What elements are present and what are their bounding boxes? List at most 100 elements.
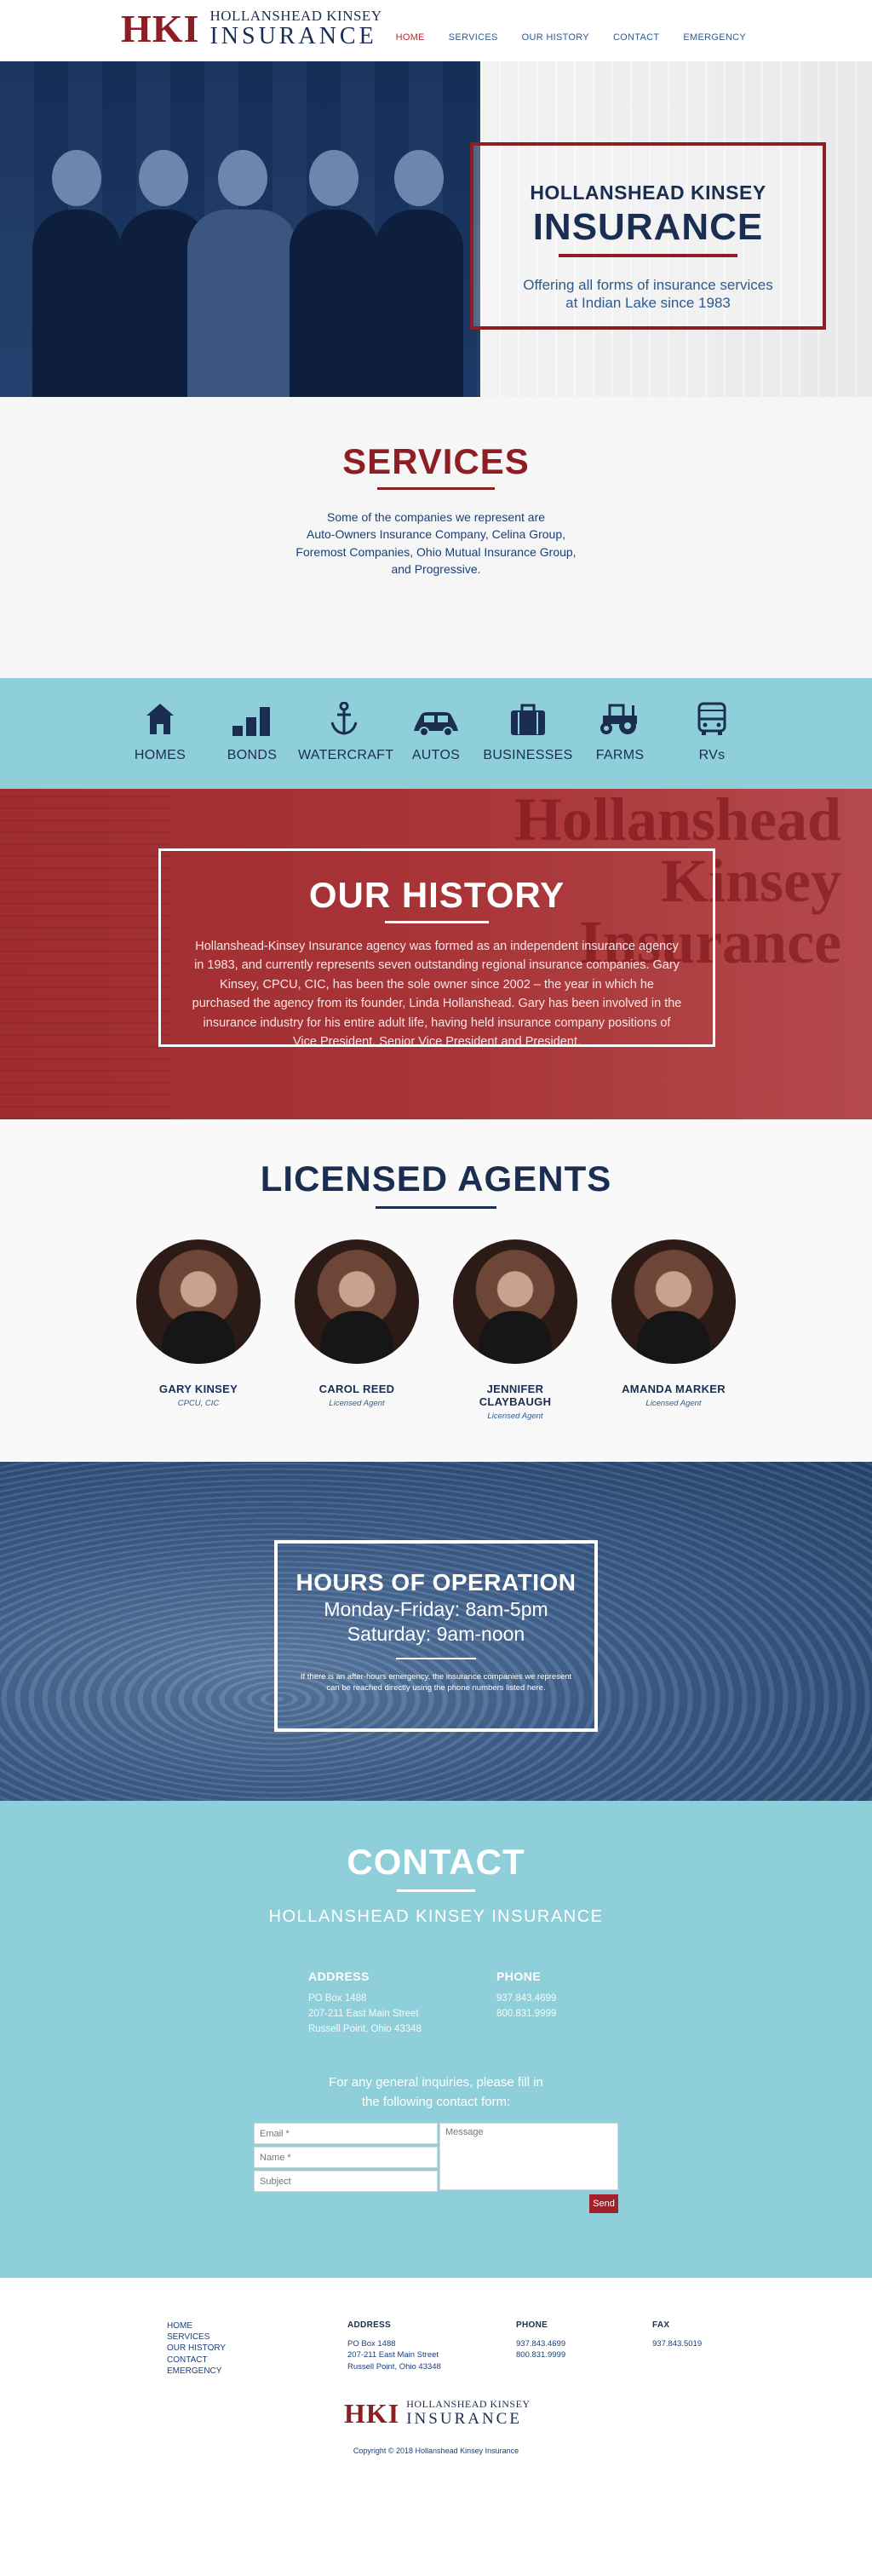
contact-subtitle: HOLLANSHEAD KINSEY INSURANCE — [268, 1907, 604, 1926]
agent-role: Licensed Agent — [645, 1399, 702, 1408]
agent-name: CAROL REED — [318, 1383, 395, 1395]
bus-icon — [666, 699, 758, 736]
footer-phone-number[interactable]: 937.843.4699 — [516, 2338, 565, 2349]
footer-link-services[interactable]: SERVICES — [167, 2332, 226, 2343]
hero-title-box: HOLLANSHEAD KINSEY INSURANCE Offering al… — [470, 142, 826, 330]
contact-divider — [397, 1889, 475, 1892]
name-field[interactable] — [254, 2147, 438, 2168]
history-section: Hollanshead Kinsey Insurance OUR HISTORY… — [0, 789, 872, 1119]
hours-title: HOURS OF OPERATION — [295, 1569, 577, 1596]
send-button[interactable]: Send — [589, 2194, 618, 2213]
main-nav: HOME SERVICES OUR HISTORY CONTACT EMERGE… — [396, 32, 746, 43]
home-icon — [114, 699, 206, 736]
site-logo[interactable]: HKI HOLLANSHEAD KINSEY INSURANCE — [121, 9, 382, 49]
agent-card: GARY KINSEY CPCU, CIC — [136, 1239, 261, 1421]
anchor-icon — [298, 699, 390, 736]
service-farms[interactable]: FARMS — [574, 699, 666, 789]
agent-role: Licensed Agent — [487, 1412, 543, 1421]
service-businesses[interactable]: BUSINESSES — [482, 699, 574, 789]
services-section: SERVICES Some of the companies we repres… — [0, 397, 872, 678]
service-homes[interactable]: HOMES — [114, 699, 206, 789]
email-field[interactable] — [254, 2123, 438, 2144]
logo-name-top: HOLLANSHEAD KINSEY — [209, 8, 382, 24]
agent-list: GARY KINSEY CPCU, CIC CAROL REED License… — [0, 1239, 872, 1421]
footer-logo-mark: HKI — [344, 2397, 400, 2429]
hours-box: HOURS OF OPERATION Monday-Friday: 8am-5p… — [274, 1540, 598, 1732]
nav-emergency[interactable]: EMERGENCY — [683, 32, 746, 43]
site-footer: HOME SERVICES OUR HISTORY CONTACT EMERGE… — [0, 2278, 872, 2576]
footer-link-emergency[interactable]: EMERGENCY — [167, 2366, 226, 2377]
service-autos[interactable]: AUTOS — [390, 699, 482, 789]
hero-title-line2: INSURANCE — [532, 206, 764, 248]
service-rvs[interactable]: RVs — [666, 699, 758, 789]
footer-phone-number[interactable]: 800.831.9999 — [516, 2349, 565, 2360]
footer-fax-number: 937.843.5019 — [652, 2339, 703, 2349]
footer-fax: FAX 937.843.5019 — [652, 2320, 703, 2349]
hero-section: HOLLANSHEAD KINSEY INSURANCE Offering al… — [0, 61, 872, 397]
bar-chart-icon — [206, 699, 298, 736]
phone-number[interactable]: 937.843.4699 — [496, 1992, 556, 2007]
contact-section: CONTACT HOLLANSHEAD KINSEY INSURANCE ADD… — [0, 1801, 872, 2278]
history-body: Hollanshead-Kinsey Insurance agency was … — [192, 940, 682, 1049]
services-description: Some of the companies we represent are A… — [295, 510, 577, 576]
agent-name: GARY KINSEY — [158, 1383, 238, 1395]
agent-card: AMANDA MARKER Licensed Agent — [611, 1239, 736, 1421]
history-title: OUR HISTORY — [308, 875, 565, 915]
agent-card: JENNIFER CLAYBAUGH Licensed Agent — [453, 1239, 577, 1421]
hours-weekday: Monday-Friday: 8am-5pm — [324, 1598, 548, 1620]
tractor-icon — [574, 699, 666, 736]
agents-title: LICENSED AGENTS — [260, 1159, 612, 1199]
agent-photo — [295, 1239, 419, 1364]
agent-photo — [453, 1239, 577, 1364]
nav-services[interactable]: SERVICES — [449, 32, 498, 43]
agents-section: LICENSED AGENTS GARY KINSEY CPCU, CIC CA… — [0, 1119, 872, 1462]
history-box: OUR HISTORY Hollanshead-Kinsey Insurance… — [158, 848, 715, 1049]
agent-card: CAROL REED Licensed Agent — [295, 1239, 419, 1421]
service-bonds[interactable]: BONDS — [206, 699, 298, 789]
phone-number[interactable]: 800.831.9999 — [496, 2007, 556, 2022]
footer-link-contact[interactable]: CONTACT — [167, 2355, 226, 2366]
agents-divider — [376, 1206, 496, 1209]
agent-photo — [136, 1239, 261, 1364]
agent-name: AMANDA MARKER — [622, 1383, 726, 1395]
hero-divider — [559, 254, 737, 257]
footer-logo[interactable]: HKI HOLLANSHEAD KINSEY INSURANCE — [344, 2399, 531, 2427]
agent-role: CPCU, CIC — [177, 1399, 220, 1408]
logo-name-bottom: INSURANCE — [209, 23, 377, 49]
briefcase-icon — [482, 699, 574, 736]
nav-home[interactable]: HOME — [396, 32, 425, 43]
footer-link-our-history[interactable]: OUR HISTORY — [167, 2343, 226, 2354]
nav-our-history[interactable]: OUR HISTORY — [522, 32, 589, 43]
brick-wall-background — [0, 789, 170, 1119]
team-member-figure — [290, 150, 378, 397]
hours-saturday: Saturday: 9am-noon — [347, 1623, 525, 1645]
services-icon-bar: HOMES BONDS WATERCRAFT AUTOS BUSINESSES … — [0, 678, 872, 789]
agent-role: Licensed Agent — [329, 1399, 385, 1408]
footer-link-home[interactable]: HOME — [167, 2320, 226, 2332]
logo-mark: HKI — [121, 6, 200, 50]
hours-divider — [396, 1658, 476, 1659]
services-divider — [377, 487, 495, 490]
footer-nav: HOME SERVICES OUR HISTORY CONTACT EMERGE… — [167, 2320, 226, 2377]
team-photo — [0, 61, 480, 397]
subject-field[interactable] — [254, 2171, 438, 2192]
footer-phone: PHONE 937.843.4699 800.831.9999 — [516, 2320, 566, 2360]
contact-form-prompt: For any general inquiries, please fill i… — [329, 2075, 543, 2109]
agent-photo — [611, 1239, 736, 1364]
nav-contact[interactable]: CONTACT — [613, 32, 659, 43]
contact-address: ADDRESS PO Box 1488 207-211 East Main St… — [308, 1969, 422, 2034]
contact-details: ADDRESS PO Box 1488 207-211 East Main St… — [308, 1969, 556, 2037]
contact-phone: PHONE 937.843.4699 800.831.9999 — [496, 1969, 556, 2037]
contact-title: CONTACT — [347, 1842, 525, 1882]
hero-panel: HOLLANSHEAD KINSEY INSURANCE Offering al… — [470, 61, 872, 397]
hours-section: HOURS OF OPERATION Monday-Friday: 8am-5p… — [0, 1462, 872, 1801]
message-field[interactable] — [439, 2123, 618, 2190]
car-icon — [390, 699, 482, 736]
service-watercraft[interactable]: WATERCRAFT — [298, 699, 393, 789]
team-member-figure — [32, 150, 121, 397]
team-member-figure — [187, 150, 298, 397]
hero-tagline: Offering all forms of insurance services… — [523, 277, 773, 312]
copyright-text: Copyright © 2018 Hollanshead Kinsey Insu… — [353, 2447, 519, 2455]
services-title: SERVICES — [342, 441, 530, 481]
hero-title-line1: HOLLANSHEAD KINSEY — [530, 181, 766, 204]
